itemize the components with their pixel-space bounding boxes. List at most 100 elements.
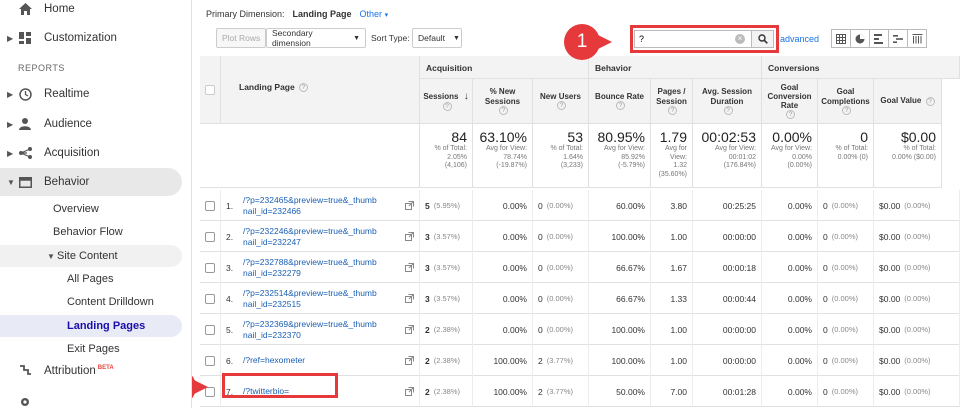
cell-goal-completions: 0 (0.00%)	[818, 376, 874, 407]
row-checkbox[interactable]	[205, 293, 215, 304]
landing-page-link[interactable]: /?ref=hexometer	[243, 355, 305, 366]
select-all-checkbox[interactable]	[205, 84, 215, 95]
row-checkbox[interactable]	[205, 200, 215, 211]
col-header-goal-conversion-rate[interactable]: Goal Conversion Rate?	[762, 79, 818, 124]
nav-acquisition[interactable]: ▶ Acquisition	[0, 139, 182, 167]
help-icon[interactable]: ?	[786, 110, 795, 120]
col-header-goal-completions[interactable]: Goal Completions?	[818, 79, 874, 124]
cell-avg-duration: 00:00:00	[693, 345, 762, 376]
cell-goal-value: $0.00 (0.00%)	[874, 221, 960, 252]
external-link-icon[interactable]	[405, 201, 414, 210]
total-goal-conversion-rate: 0.00% Avg for View: 0.00% (0.00%)	[762, 124, 818, 188]
external-link-icon[interactable]	[405, 356, 414, 365]
table-view-icon[interactable]	[831, 29, 851, 48]
cell-sessions: 5 (5.95%)	[420, 190, 473, 221]
landing-page-cell: 1. /?p=232465&preview=true&_thumb nail_id=…	[221, 190, 420, 221]
help-icon[interactable]: ?	[442, 102, 452, 112]
col-header-new-users[interactable]: New Users?	[533, 79, 589, 124]
cell-avg-duration: 00:00:18	[693, 252, 762, 283]
table-row: 1. /?p=232465&preview=true&_thumb nail_id=…	[200, 190, 960, 221]
cell-new-users: 0 (0.00%)	[533, 314, 589, 345]
landing-page-link[interactable]: /?p=232788&preview=true&_thumb nail_id=23…	[243, 257, 377, 279]
col-header-landing-page[interactable]: Landing Page ?	[221, 56, 420, 124]
external-link-icon[interactable]	[405, 232, 414, 241]
comparison-view-icon[interactable]	[888, 29, 908, 48]
help-icon[interactable]: ?	[557, 101, 566, 111]
cell-sessions: 3 (3.57%)	[420, 283, 473, 314]
performance-view-icon[interactable]	[869, 29, 889, 48]
row-checkbox[interactable]	[205, 355, 215, 366]
nav-landing-pages[interactable]: Landing Pages	[0, 315, 182, 337]
col-header-avg-session-duration[interactable]: Avg. Session Duration?	[693, 79, 762, 124]
landing-page-link[interactable]: /?p=232514&preview=true&_thumb nail_id=23…	[243, 288, 377, 310]
cell-new-users: 0 (0.00%)	[533, 252, 589, 283]
nav-acquisition-label: Acquisition	[44, 147, 100, 159]
external-link-icon[interactable]	[405, 294, 414, 303]
help-icon[interactable]: ?	[842, 105, 851, 115]
caret-down-icon: ▼	[452, 34, 460, 42]
row-checkbox[interactable]	[205, 324, 215, 335]
help-icon[interactable]: ?	[668, 105, 677, 115]
landing-page-link[interactable]: /?p=232465&preview=true&_thumb nail_id=23…	[243, 195, 377, 217]
col-header-bounce-rate[interactable]: Bounce Rate?	[589, 79, 651, 124]
nav-customization[interactable]: ▶ Customization	[0, 24, 182, 52]
cell-pages-session: 3.80	[651, 190, 693, 221]
cell-new-sessions: 0.00%	[473, 283, 533, 314]
row-index: 3.	[226, 262, 234, 273]
chevron-down-icon: ▾	[384, 12, 389, 19]
landing-page-link[interactable]: /?p=232369&preview=true&_thumb nail_id=23…	[243, 319, 377, 341]
nav-behavior[interactable]: ▼ Behavior	[0, 168, 182, 196]
cell-avg-duration: 00:00:00	[693, 314, 762, 345]
caret-down-icon: ▼	[353, 34, 360, 42]
advanced-filter-link[interactable]: advanced	[780, 34, 819, 44]
nav-attribution[interactable]: Attribution BETA	[0, 357, 182, 385]
table-row: 3. /?p=232788&preview=true&_thumb nail_id=…	[200, 252, 960, 283]
primary-dimension-label: Primary Dimension:	[206, 9, 285, 19]
landing-page-link[interactable]: /?p=232246&preview=true&_thumb nail_id=23…	[243, 226, 377, 248]
cell-bounce-rate: 66.67%	[589, 283, 651, 314]
nav-home[interactable]: Home	[0, 0, 182, 23]
row-checkbox[interactable]	[205, 231, 215, 242]
help-icon[interactable]: ?	[723, 105, 733, 115]
nav-audience[interactable]: ▶ Audience	[0, 110, 182, 138]
col-header-pages-session[interactable]: Pages / Session?	[651, 79, 693, 124]
col-header-new-sessions[interactable]: % New Sessions?	[473, 79, 533, 124]
help-icon[interactable]: ?	[499, 105, 508, 115]
help-icon[interactable]: ?	[299, 83, 309, 93]
cell-goal-conv-rate: 0.00%	[762, 314, 818, 345]
nav-all-pages[interactable]: All Pages	[67, 268, 113, 290]
pivot-view-icon[interactable]	[907, 29, 927, 48]
nav-site-content[interactable]: ▼ Site Content	[0, 245, 182, 267]
cell-bounce-rate: 50.00%	[589, 376, 651, 407]
col-header-goal-value[interactable]: Goal Value ?	[874, 79, 942, 124]
secondary-dimension-select[interactable]: Secondary dimension ▼	[266, 28, 366, 48]
pie-view-icon[interactable]	[850, 29, 870, 48]
nav-admin[interactable]	[0, 388, 182, 408]
total-sessions: 84 % of Total: 2.05% (4,106)	[420, 124, 473, 188]
help-icon[interactable]: ?	[616, 101, 625, 111]
external-link-icon[interactable]	[405, 387, 414, 396]
dashboard-icon	[18, 31, 32, 45]
cell-goal-value: $0.00 (0.00%)	[874, 190, 960, 221]
plot-rows-button[interactable]: Plot Rows	[216, 28, 267, 48]
cell-pages-session: 1.00	[651, 314, 693, 345]
sort-type-select[interactable]: Default ▼	[412, 28, 462, 48]
col-header-sessions[interactable]: Sessions ↓ ?	[420, 79, 473, 124]
nav-content-drilldown[interactable]: Content Drilldown	[67, 291, 154, 313]
caret-right-icon: ▶	[7, 119, 14, 129]
row-highlight-box	[222, 373, 338, 398]
help-icon[interactable]: ?	[925, 96, 935, 106]
total-goal-value: $0.00 % of Total: 0.00% ($0.00)	[874, 124, 942, 188]
search-highlight-box	[630, 25, 779, 53]
cell-goal-completions: 0 (0.00%)	[818, 283, 874, 314]
nav-realtime-label: Realtime	[44, 88, 90, 100]
nav-behavior-flow[interactable]: Behavior Flow	[53, 221, 123, 243]
nav-overview[interactable]: Overview	[53, 198, 99, 220]
external-link-icon[interactable]	[405, 325, 414, 334]
primary-dimension-value[interactable]: Landing Page	[293, 9, 352, 19]
home-icon	[18, 2, 32, 16]
external-link-icon[interactable]	[405, 263, 414, 272]
row-checkbox[interactable]	[205, 262, 215, 273]
other-dimension-link[interactable]: Other ▾	[360, 9, 389, 19]
nav-realtime[interactable]: ▶ Realtime	[0, 80, 182, 108]
